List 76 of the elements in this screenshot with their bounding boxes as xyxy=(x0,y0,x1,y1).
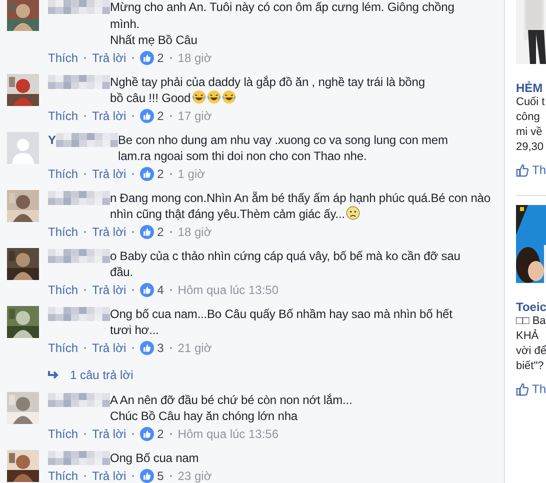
like-count: 2 xyxy=(157,225,164,239)
comment-text: Ong bố cua nam...Bo Câu quấy Bố nhầm hay sao mà nhìn bố hết tươi hơ... xyxy=(110,306,452,338)
comment-time: Hôm qua lúc 13:56 xyxy=(178,427,279,441)
reply-link[interactable]: Trả lời xyxy=(92,341,126,355)
reply-link[interactable]: Trả lời xyxy=(92,225,126,239)
blurred-name-drawing xyxy=(48,248,110,262)
reply-link[interactable]: Trả lời xyxy=(92,468,126,482)
ad-title[interactable]: Toeic xyxy=(516,300,546,314)
comment-time: 21 giờ xyxy=(178,341,212,355)
ad-text: □□ Ba xyxy=(516,314,546,329)
comment-time: 1 giờ xyxy=(178,167,206,181)
like-count: 5 xyxy=(157,468,164,482)
comment-text: Nghề tay phải của daddy là gắp đồ ăn , nghề tay trái là bồng bồ câu !!! Good xyxy=(110,74,425,106)
comment-text: o Baby của c thảo nhìn cứng cáp quá vây, bố bế mà ko cần đỡ sau đầu. xyxy=(110,248,460,280)
commenter-name[interactable]: Y xyxy=(48,132,56,148)
comment-time: 17 giờ xyxy=(178,109,212,123)
comment-text: A An nên đỡ đầu bé chứ bé còn non nớt lắm... Chúc Bồ Câu hay ăn chóng lớn nha xyxy=(110,392,352,424)
blurred-name-drawing xyxy=(56,132,118,146)
ad-text: vời để xyxy=(516,344,546,359)
laughing-emoji-icon xyxy=(206,90,221,104)
like-icon xyxy=(140,283,154,297)
like-icon xyxy=(140,427,154,441)
ad-like-link[interactable]: Th xyxy=(532,163,546,177)
comment-time: Hôm qua lúc 13:50 xyxy=(178,283,279,297)
like-icon xyxy=(140,51,154,65)
reply-link[interactable]: Trả lời xyxy=(92,51,126,65)
blurred-name-drawing xyxy=(48,392,110,406)
comment-text: Be con nho dung am nhu vay .xuong co va song lung con mem lam.ra ngoai som thi doi non cho con Thao nhe. xyxy=(118,132,448,164)
thumbs-up-icon xyxy=(516,164,529,176)
reply-link[interactable]: Trả lời xyxy=(92,109,126,123)
blurred-name-drawing xyxy=(48,450,110,464)
ad-text: 29,30 xyxy=(516,140,545,155)
like-link[interactable]: Thích xyxy=(48,225,78,239)
ad-text: KHẢ xyxy=(516,329,540,344)
like-link[interactable]: Thích xyxy=(48,283,78,297)
comment-text: Ong Bố cua nam xyxy=(110,450,199,466)
comment-text: Mừng cho anh An. Tuôi này có con ôm ấp cưng lém. Giông chồng mình. Nhất mẹ Bồ Câu xyxy=(110,0,454,48)
replies-link[interactable]: 1 câu trả lời xyxy=(70,368,134,382)
blurred-name-drawing xyxy=(48,306,110,320)
like-count: 2 xyxy=(157,51,164,65)
sad-face-icon xyxy=(346,206,360,220)
thumbs-up-icon xyxy=(516,382,529,396)
like-count: 2 xyxy=(157,109,164,123)
reply-link[interactable]: Trả lời xyxy=(92,283,126,297)
comment-time: 23 giờ xyxy=(178,468,212,482)
reply-link[interactable]: Trả lời xyxy=(92,167,126,181)
ad-text: công xyxy=(516,110,541,125)
ad-title[interactable]: HẺM xyxy=(516,81,546,95)
ad-text: biết"? xyxy=(516,359,545,374)
like-link[interactable]: Thích xyxy=(48,109,78,123)
reply-link[interactable]: Trả lời xyxy=(92,427,126,441)
laughing-emoji-icon xyxy=(192,90,206,104)
like-link[interactable]: Thích xyxy=(48,167,78,181)
ad-text: Cuối t xyxy=(516,95,546,110)
like-count: 2 xyxy=(157,167,164,181)
blurred-name-drawing xyxy=(48,190,110,204)
like-link[interactable]: Thích xyxy=(48,427,78,441)
like-icon xyxy=(140,341,154,355)
like-icon xyxy=(140,167,154,181)
like-link[interactable]: Thích xyxy=(48,468,78,482)
blurred-name-drawing xyxy=(48,74,110,88)
laughing-emoji-icon xyxy=(222,90,236,104)
comment-time: 18 giờ xyxy=(178,225,212,239)
reply-arrow-icon xyxy=(48,370,60,380)
like-count: 4 xyxy=(157,283,164,297)
ad-like-link[interactable]: Th xyxy=(532,382,546,396)
like-count: 2 xyxy=(157,427,164,441)
like-link[interactable]: Thích xyxy=(48,341,78,355)
like-icon xyxy=(140,109,154,123)
like-count: 3 xyxy=(157,341,164,355)
like-link[interactable]: Thích xyxy=(48,51,78,65)
comment-time: 18 giờ xyxy=(178,51,212,65)
ad-text: mi về xyxy=(516,125,544,140)
comment-text: n Đang mong con.Nhìn An ẵm bé thấy ấm áp hạnh phúc quá.Bé con nào nhìn cũng thật đáng yêu.Thèm cảm giác ấy... xyxy=(110,190,490,222)
default-avatar-icon xyxy=(7,132,39,164)
like-icon xyxy=(140,225,154,239)
